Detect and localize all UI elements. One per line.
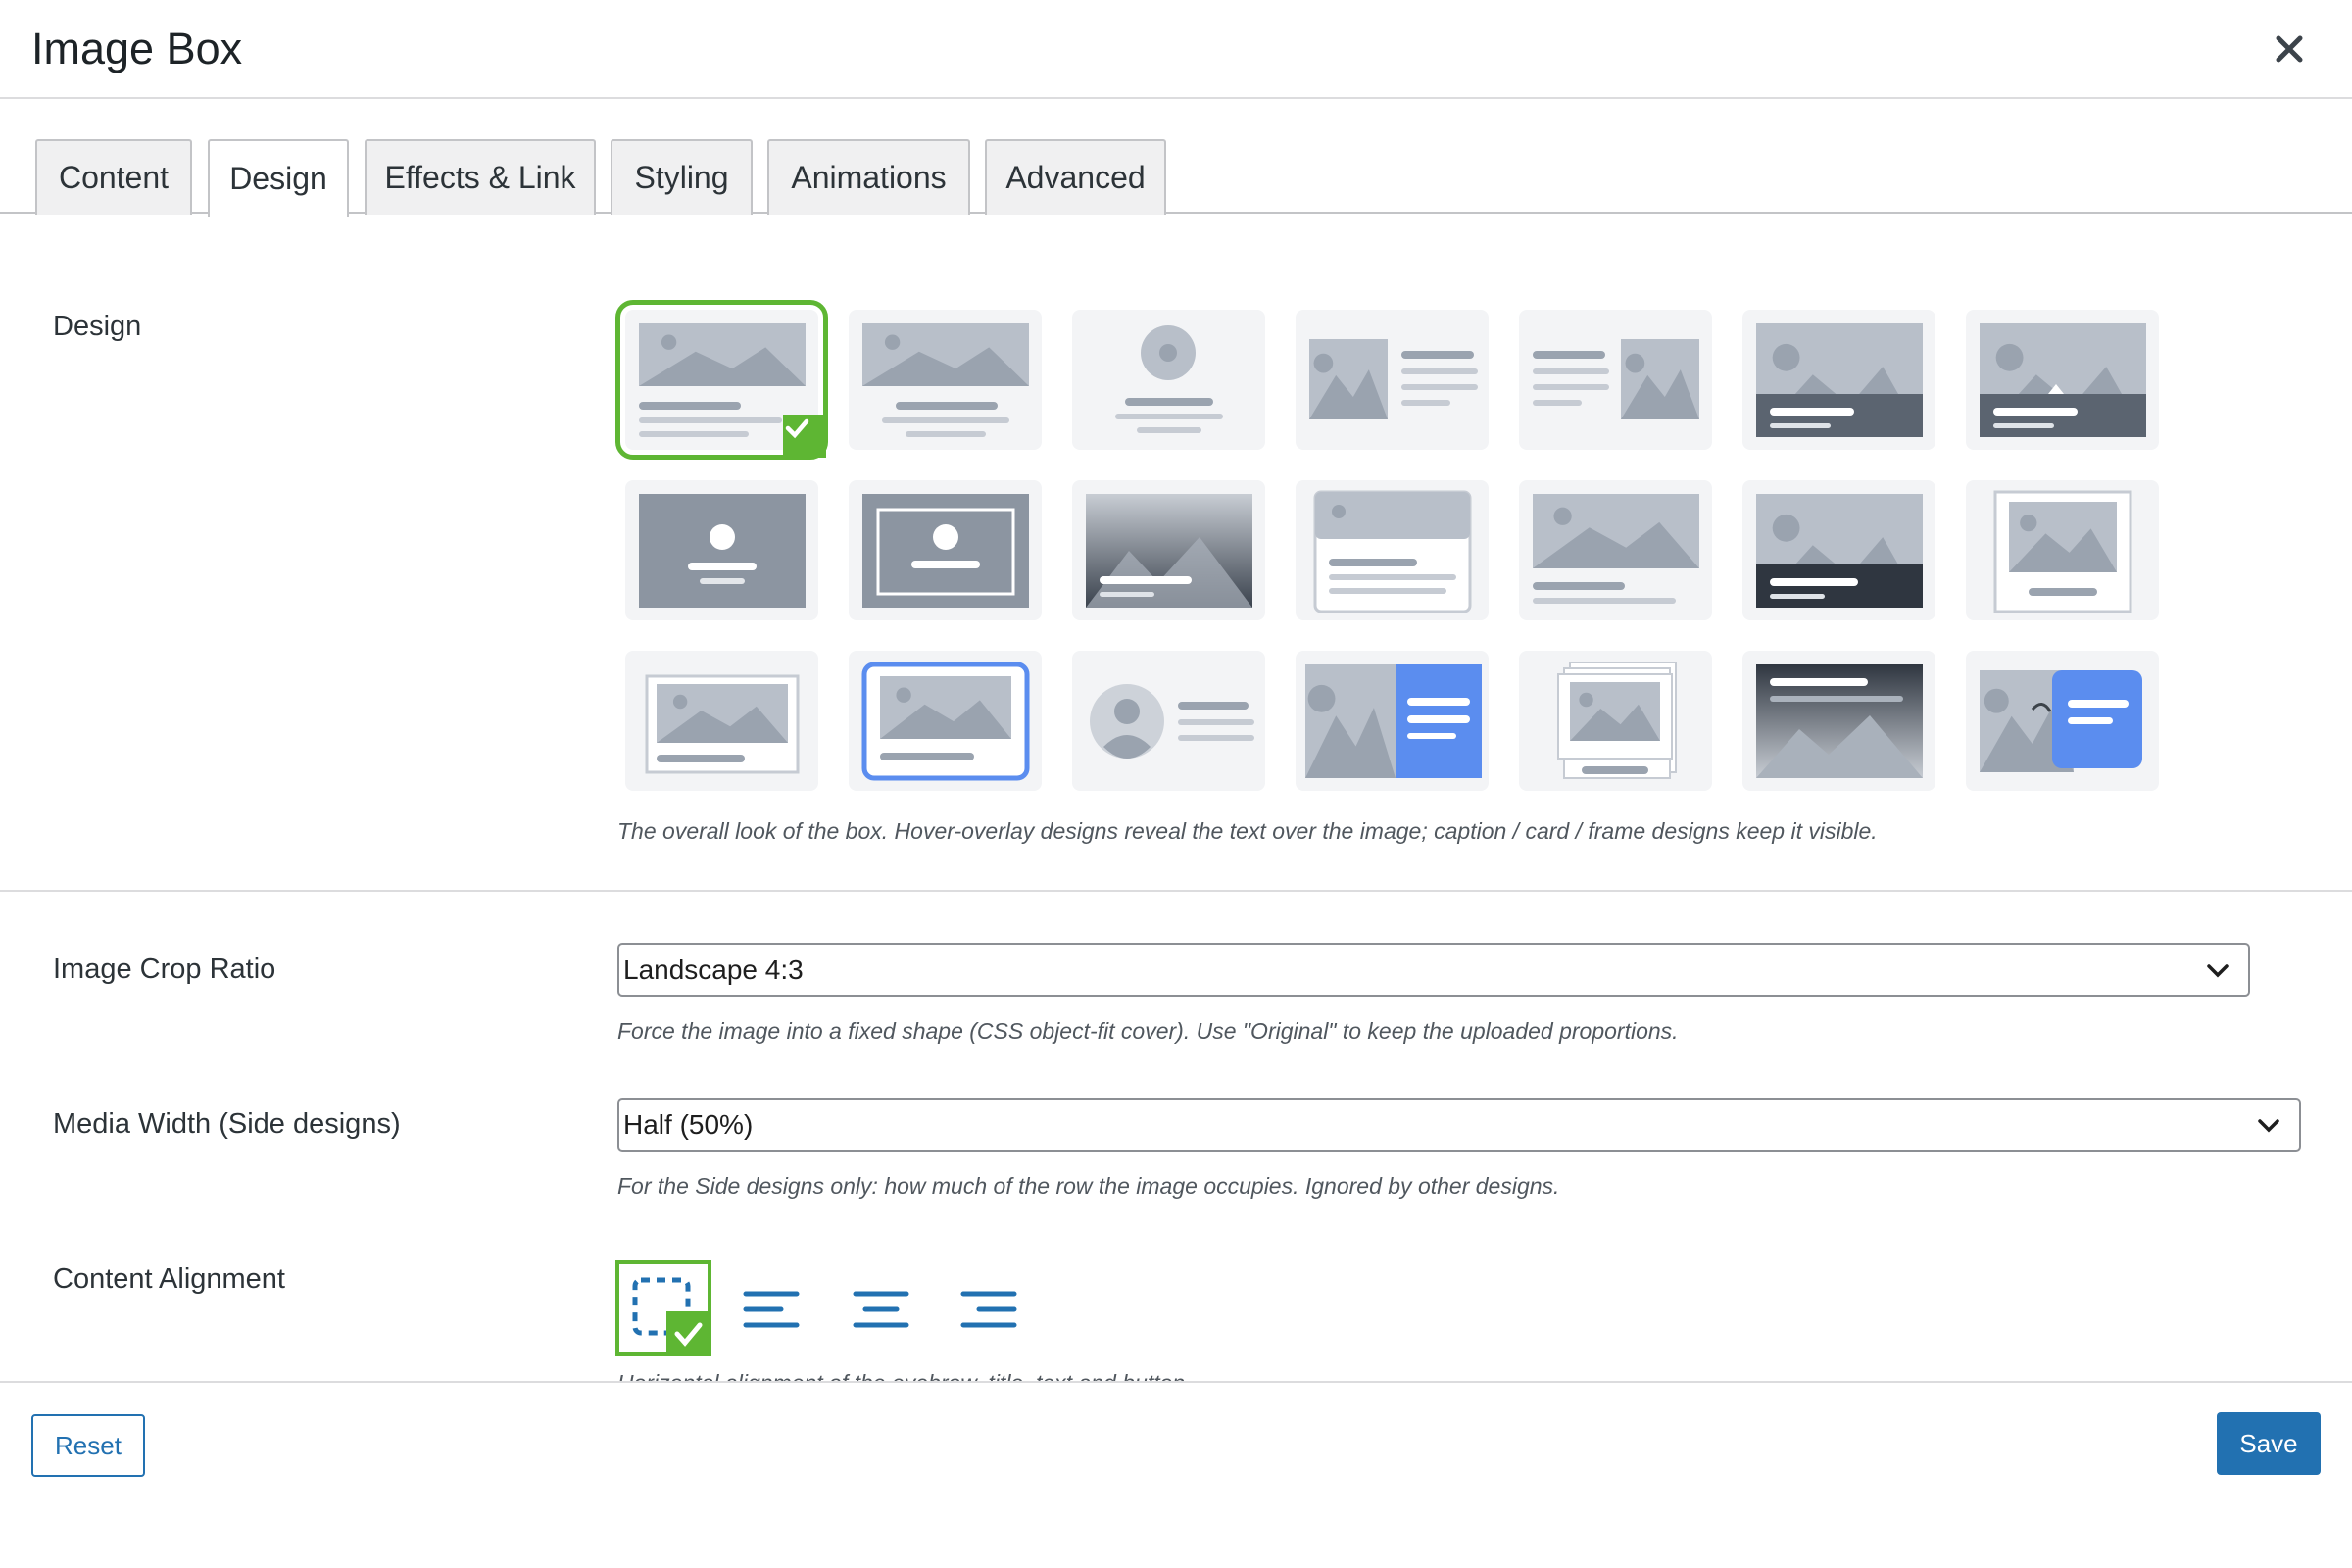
- design-option[interactable]: [1966, 310, 2159, 450]
- settings-panel: Design The overall look of the box. Hove…: [0, 214, 2352, 1382]
- design-option[interactable]: [849, 651, 1042, 791]
- alignment-label: Content Alignment: [53, 1263, 285, 1295]
- tab-design[interactable]: Design: [208, 139, 349, 217]
- crop-select[interactable]: Landscape 4:3: [617, 943, 2250, 997]
- design-option[interactable]: [1296, 480, 1489, 620]
- reset-button[interactable]: Reset: [31, 1414, 145, 1477]
- design-option[interactable]: [1742, 651, 1936, 791]
- design-option[interactable]: [1519, 310, 1712, 450]
- align-right-option[interactable]: [941, 1260, 1037, 1356]
- align-center-option[interactable]: [833, 1260, 929, 1356]
- check-icon: [783, 415, 826, 458]
- design-thumbnail: [862, 494, 1029, 608]
- dialog-title: Image Box: [31, 24, 243, 74]
- design-option[interactable]: [625, 651, 818, 791]
- tab-styling[interactable]: Styling: [611, 139, 753, 215]
- media-width-value: Half (50%): [623, 1108, 754, 1140]
- design-option[interactable]: [1072, 651, 1265, 791]
- design-option[interactable]: [1966, 651, 2159, 791]
- design-thumbnail: [862, 323, 1029, 437]
- dialog-footer: Reset Save: [0, 1381, 2352, 1568]
- inherit-icon: [632, 1277, 711, 1356]
- design-option[interactable]: [615, 300, 828, 460]
- design-option[interactable]: [1072, 310, 1265, 450]
- crop-label: Image Crop Ratio: [53, 954, 276, 985]
- tab-animations[interactable]: Animations: [767, 139, 970, 215]
- design-option[interactable]: [1966, 480, 2159, 620]
- close-icon[interactable]: [2270, 29, 2309, 69]
- design-option[interactable]: [849, 310, 1042, 450]
- design-thumbnail: [1309, 339, 1478, 419]
- design-option[interactable]: [849, 480, 1042, 620]
- design-thumbnail: [1115, 325, 1223, 433]
- design-thumbnail: [1980, 323, 2146, 437]
- media-width-label: Media Width (Side designs): [53, 1108, 401, 1140]
- design-option[interactable]: [1072, 480, 1265, 620]
- design-option[interactable]: [1519, 480, 1712, 620]
- align-center-icon: [853, 1291, 909, 1328]
- tab-effects-link[interactable]: Effects & Link: [365, 139, 596, 215]
- design-thumbnail: [1086, 494, 1252, 608]
- design-thumbnail: [1533, 339, 1699, 419]
- design-option[interactable]: [1296, 310, 1489, 450]
- save-button[interactable]: Save: [2217, 1412, 2321, 1475]
- design-option[interactable]: [1742, 480, 1936, 620]
- design-label: Design: [53, 311, 142, 342]
- design-option[interactable]: [625, 480, 818, 620]
- design-option[interactable]: [1742, 310, 1936, 450]
- design-thumbnail: [1993, 490, 2132, 613]
- design-option[interactable]: [1519, 651, 1712, 791]
- align-right-icon: [960, 1291, 1017, 1328]
- chevron-down-icon: [2258, 1119, 2279, 1133]
- design-thumbnail: [1557, 662, 1677, 779]
- design-thumbnail: [1533, 494, 1699, 604]
- design-thumbnail: [1756, 494, 1923, 608]
- design-thumbnail: [1313, 490, 1472, 613]
- design-option[interactable]: [1296, 651, 1489, 791]
- media-width-select[interactable]: Half (50%): [617, 1098, 2301, 1152]
- crop-value: Landscape 4:3: [623, 954, 804, 985]
- align-left-icon: [743, 1291, 800, 1328]
- design-thumbnail: [1305, 664, 1482, 778]
- crop-help: Force the image into a fixed shape (CSS …: [617, 1018, 1679, 1044]
- tab-bar: Content Design Effects & Link Styling An…: [0, 99, 2352, 217]
- design-thumbnail: [639, 494, 806, 608]
- tab-content[interactable]: Content: [35, 139, 192, 215]
- media-width-help: For the Side designs only: how much of t…: [617, 1173, 1560, 1199]
- design-help: The overall look of the box. Hover-overl…: [617, 818, 1878, 844]
- dialog-header: Image Box: [0, 0, 2352, 99]
- section-divider: [0, 890, 2352, 892]
- align-inherit-option[interactable]: [615, 1260, 711, 1356]
- design-thumbnail: [1756, 664, 1923, 778]
- tab-advanced[interactable]: Advanced: [985, 139, 1166, 215]
- design-thumbnail: [1756, 323, 1923, 437]
- align-left-option[interactable]: [723, 1260, 819, 1356]
- design-thumbnail: [645, 674, 800, 774]
- design-thumbnail: [1980, 670, 2142, 772]
- chevron-down-icon: [2207, 964, 2229, 978]
- design-thumbnail: [1090, 684, 1254, 759]
- design-thumbnail: [861, 662, 1030, 781]
